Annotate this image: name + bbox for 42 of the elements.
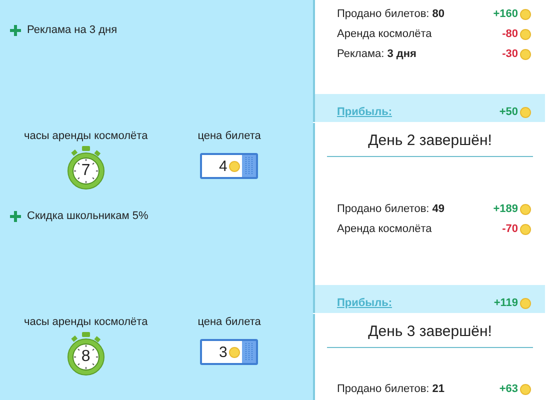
report-label: Аренда космолёта bbox=[337, 223, 433, 235]
ticket-stub-icon bbox=[242, 155, 256, 177]
bonus-label: Реклама на 3 дня bbox=[27, 24, 118, 36]
coin-icon bbox=[520, 384, 531, 394]
report-label: Продано билетов: 49 bbox=[337, 203, 446, 215]
ticket-price-field[interactable]: 4 bbox=[200, 153, 258, 179]
amount-value: +160 bbox=[493, 8, 518, 20]
price-label: цена билета bbox=[198, 316, 261, 328]
report-label: Продано билетов: 80 bbox=[337, 8, 446, 20]
ticket-stub-icon bbox=[242, 341, 256, 363]
stopwatch-icon[interactable] bbox=[66, 332, 105, 376]
amount-value: -80 bbox=[502, 28, 518, 40]
profit-value: +50 bbox=[499, 106, 518, 118]
coin-icon bbox=[520, 48, 531, 60]
card-title: День 3 завершён! bbox=[367, 322, 493, 340]
card-title: День 2 завершён! bbox=[367, 131, 493, 149]
hours-label: часы аренды космолёта bbox=[24, 316, 148, 328]
coin-icon bbox=[520, 106, 531, 118]
coin-icon bbox=[520, 28, 531, 40]
plus-icon[interactable] bbox=[10, 210, 21, 222]
price-label: цена билета bbox=[198, 130, 261, 142]
amount-value: -70 bbox=[502, 223, 518, 235]
hours-label: часы аренды космолёта bbox=[24, 130, 148, 142]
coin-icon bbox=[520, 298, 531, 308]
coin-icon bbox=[520, 204, 531, 214]
ticket-price-field[interactable]: 3 bbox=[200, 339, 258, 365]
coin-icon bbox=[520, 8, 531, 20]
amount-value: -30 bbox=[502, 48, 518, 60]
coin-icon bbox=[520, 224, 531, 234]
coin-icon bbox=[229, 160, 240, 172]
amount-value: +189 bbox=[493, 203, 518, 215]
stopwatch-icon[interactable] bbox=[66, 146, 105, 190]
report-label: Реклама: 3 дня bbox=[337, 48, 418, 60]
amount-value: +63 bbox=[499, 383, 518, 395]
report-label: Продано билетов: 21 bbox=[337, 383, 446, 395]
plus-icon[interactable] bbox=[10, 24, 21, 36]
report-label: Аренда космолёта bbox=[337, 28, 433, 40]
hours-value: 7 bbox=[80, 161, 92, 181]
profit-value: +119 bbox=[494, 297, 518, 309]
hours-value: 8 bbox=[80, 347, 92, 367]
bonus-label: Скидка школьникам 5% bbox=[27, 210, 148, 222]
coin-icon bbox=[229, 346, 240, 358]
